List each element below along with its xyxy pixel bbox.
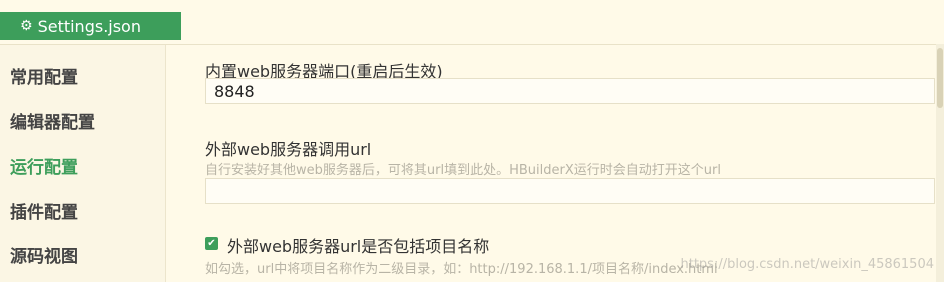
settings-content: 内置web服务器端口(重启后生效) 外部web服务器调用url 自行安装好其他w… — [165, 45, 944, 282]
include-project-checkbox[interactable]: ✔ — [205, 237, 218, 250]
tab-label: Settings.json — [37, 16, 141, 36]
sidebar-item-plugins[interactable]: 插件配置 — [10, 198, 78, 223]
check-icon: ✔ — [207, 238, 216, 249]
sidebar-item-editor[interactable]: 编辑器配置 — [10, 108, 95, 133]
scrollbar[interactable] — [936, 44, 944, 282]
port-input[interactable] — [205, 78, 935, 104]
include-project-description: 如勾选，url中将项目名称作为二级目录，如：http://192.168.1.1… — [205, 262, 718, 277]
watermark: https://blog.csdn.net/weixin_45861504 — [680, 257, 934, 272]
tab-settings-json[interactable]: ⚙ Settings.json — [0, 12, 181, 40]
tab-bar: ⚙ Settings.json — [0, 0, 944, 45]
external-url-description: 自行安装好其他web服务器后，可将其url填到此处。HBuilderX运行时会自… — [205, 163, 721, 178]
sidebar-item-general[interactable]: 常用配置 — [10, 63, 78, 88]
sidebar-item-run[interactable]: 运行配置 — [10, 153, 78, 178]
gear-icon: ⚙ — [20, 18, 33, 34]
settings-sidebar: 常用配置 编辑器配置 运行配置 插件配置 源码视图 — [0, 45, 166, 282]
external-url-input[interactable] — [205, 178, 935, 204]
include-project-label[interactable]: 外部web服务器url是否包括项目名称 — [227, 233, 489, 257]
sidebar-item-source-view[interactable]: 源码视图 — [10, 242, 78, 267]
external-url-label: 外部web服务器调用url — [205, 140, 372, 159]
scrollbar-thumb[interactable] — [937, 48, 943, 108]
